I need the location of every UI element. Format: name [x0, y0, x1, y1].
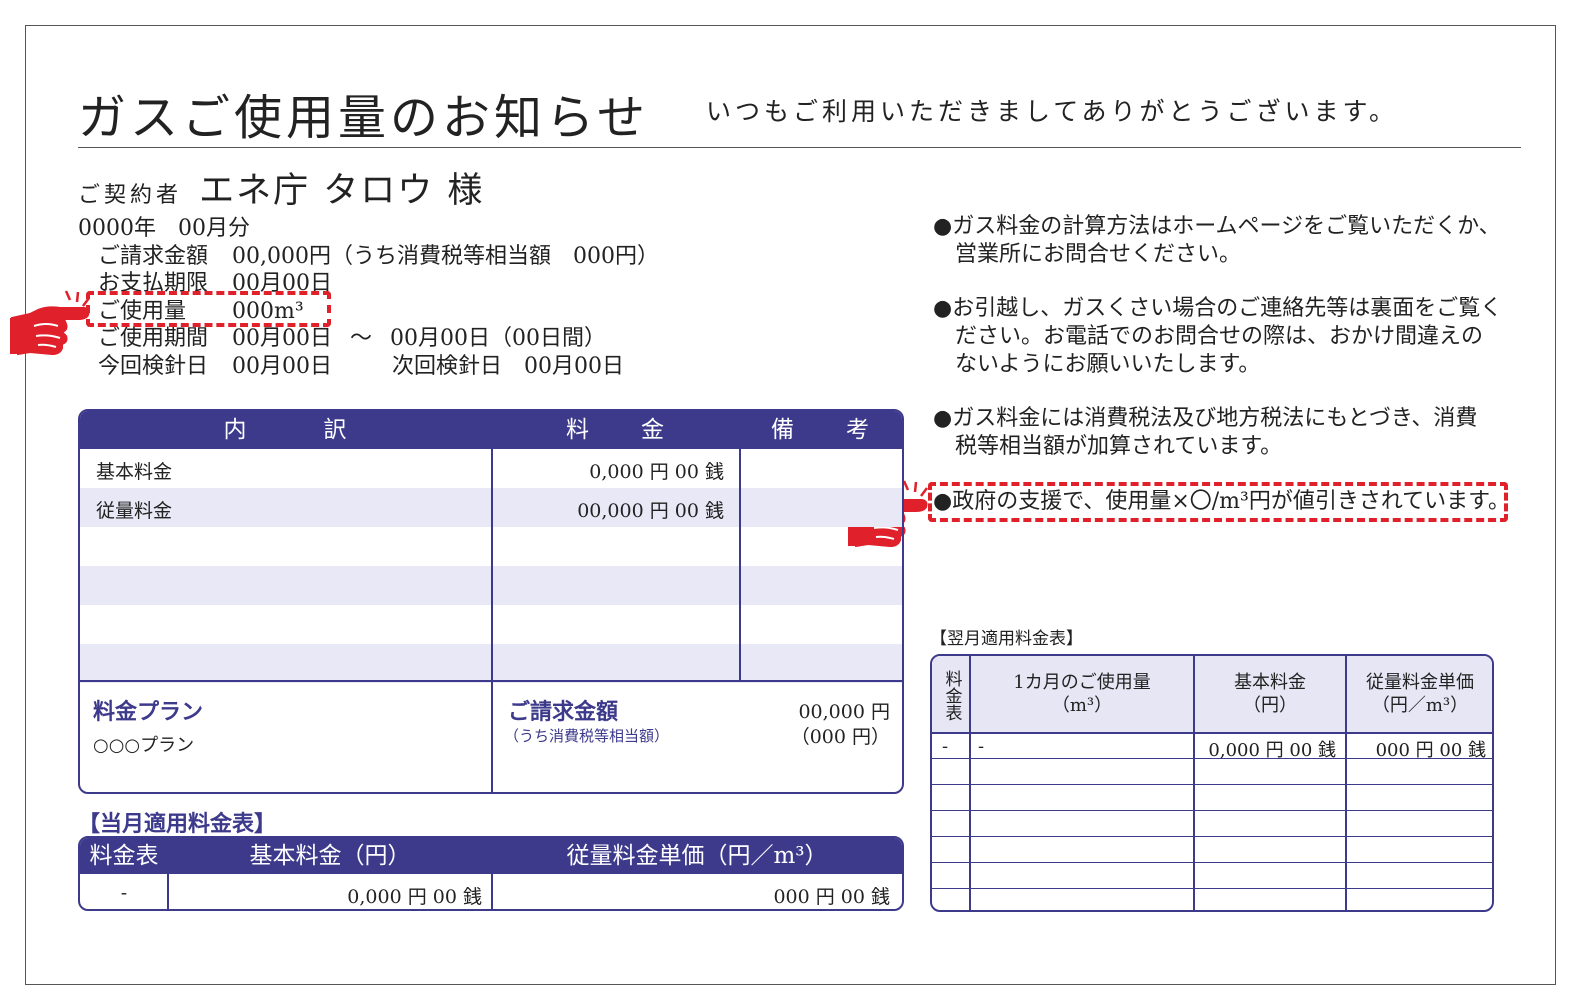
- row-divider: [932, 732, 1492, 734]
- discount-highlight-box: [928, 482, 1508, 522]
- note-item: ●ガス料金には消費税法及び地方税法にもとづき、消費 税等相当額が加算されています…: [933, 406, 1478, 459]
- next-reading-label: 次回検針日: [392, 353, 503, 379]
- bill-value: 00,000 円: [798, 701, 890, 723]
- usage-period-separator: ～: [350, 326, 373, 351]
- reading-label: 今回検針日: [98, 353, 209, 379]
- table-cell: 0,000 円 00 銭: [1208, 740, 1336, 761]
- billing-amount-value: 00,000円（うち消費税等相当額 000円）: [232, 243, 659, 269]
- note-item: ●お引越し、ガスくさい場合のご連絡先等は裏面をご覧く ださい。お電話でのお問合せ…: [933, 296, 1503, 377]
- column-divider: [739, 411, 741, 681]
- current-rate-table: 料金表 基本料金（円） 従量料金単価（円／m³） - 0,000 円 00 銭 …: [78, 836, 904, 911]
- contractor-name: エネ庁 タロウ 様: [199, 171, 485, 211]
- table-cell: -: [120, 882, 128, 904]
- row-divider: [932, 862, 1492, 863]
- column-divider: [491, 838, 493, 909]
- row-divider: [932, 784, 1492, 785]
- table-cell: 0,000 円 00 銭: [347, 886, 482, 908]
- column-divider: [491, 411, 493, 792]
- usage-period-to: 00月00日（00日間）: [390, 326, 606, 351]
- table-cell: -: [978, 736, 985, 757]
- bill-tax-label: （うち消費税等相当額）: [504, 727, 670, 745]
- page-subtitle: いつもご利用いただきましてありがとうございます。: [706, 97, 1399, 126]
- reading-value: 00月00日: [232, 353, 332, 379]
- header-remarks: 備 考: [771, 417, 871, 443]
- contractor-line: ご契約者 エネ庁 タロウ 様: [78, 162, 484, 213]
- row-divider: [80, 680, 902, 682]
- row-divider: [932, 836, 1492, 837]
- note-item: ●ガス料金の計算方法はホームページをご覧いただくか、 営業所にお問合せください。: [933, 214, 1501, 267]
- charges-table: 内 訳 料 金 備 考 基本料金 0,000 円 00 銭 従量料金 00,00…: [78, 409, 904, 794]
- title-divider: [78, 147, 1521, 148]
- pointing-hand-icon: [10, 290, 90, 356]
- bill-tax-value: （000 円）: [790, 726, 890, 748]
- next-rate-table: 料金表 1カ月のご使用量 （m³） 基本料金 （円） 従量料金単価 （円／m³）…: [930, 654, 1494, 912]
- current-rate-table-title: 【当月適用料金表】: [78, 811, 277, 837]
- table-cell: 000 円 00 銭: [773, 886, 890, 908]
- row-divider: [932, 888, 1492, 889]
- billing-amount-label: ご請求金額: [98, 243, 209, 269]
- header-charge: 料 金: [566, 417, 666, 443]
- row-divider: [932, 810, 1492, 811]
- header-breakdown: 内 訳: [223, 417, 349, 443]
- page-title: ガスご使用量のお知らせ: [78, 90, 650, 146]
- contractor-label: ご契約者: [78, 183, 183, 208]
- usage-period-label: ご使用期間: [98, 326, 209, 351]
- plan-label: 料金プラン: [93, 699, 204, 725]
- table-cell: -: [942, 736, 949, 757]
- billing-period: 0000年 00月分: [78, 216, 250, 241]
- table-cell: 000 円 00 銭: [1375, 740, 1486, 761]
- plan-value: ○○○プラン: [93, 735, 195, 756]
- next-rate-table-title: 【翌月適用料金表】: [930, 629, 1083, 649]
- bill-label: ご請求金額: [508, 699, 619, 725]
- usage-period-from: 00月00日: [232, 326, 332, 351]
- next-rate-table-header: 料金表 1カ月のご使用量 （m³） 基本料金 （円） 従量料金単価 （円／m³）: [932, 656, 1492, 732]
- next-reading-value: 00月00日: [524, 353, 624, 379]
- usage-highlight-box: [86, 291, 331, 327]
